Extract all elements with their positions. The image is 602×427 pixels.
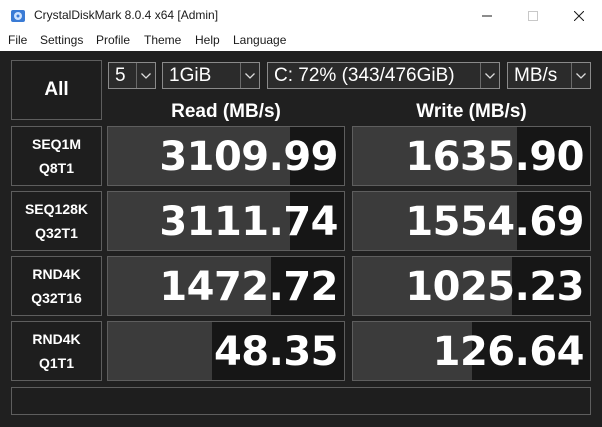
window-title: CrystalDiskMark 8.0.4 x64 [Admin] <box>34 8 219 22</box>
write-result-cell: 1025.23 <box>352 256 591 316</box>
drive-select[interactable]: C: 72% (343/476GiB) <box>267 62 500 89</box>
unit-value: MB/s <box>514 65 558 86</box>
menu-bar: File Settings Profile Theme Help Languag… <box>0 31 602 51</box>
read-column-header: Read (MB/s) <box>171 101 281 122</box>
read-result-cell: 48.35 <box>107 321 345 381</box>
read-result-bar <box>108 322 212 380</box>
write-result-value: 1635.90 <box>405 134 584 180</box>
chevron-down-icon <box>136 63 155 88</box>
test-label-line2: Q32T16 <box>31 290 82 306</box>
menu-help[interactable]: Help <box>195 33 220 47</box>
test-label-line2: Q8T1 <box>38 160 74 176</box>
minimize-button[interactable] <box>464 0 510 31</box>
write-result-cell: 126.64 <box>352 321 591 381</box>
chevron-down-icon <box>240 63 259 88</box>
comment-field[interactable] <box>11 387 591 415</box>
run-all-button[interactable]: All <box>11 60 102 120</box>
menu-settings[interactable]: Settings <box>40 33 83 47</box>
maximize-button[interactable] <box>510 0 556 31</box>
title-bar: CrystalDiskMark 8.0.4 x64 [Admin] <box>0 0 602 31</box>
test-size-select[interactable]: 1GiB <box>162 62 260 89</box>
unit-select[interactable]: MB/s <box>507 62 591 89</box>
read-result-value: 3111.74 <box>159 199 338 245</box>
write-result-cell: 1635.90 <box>352 126 591 186</box>
test-label-line2: Q1T1 <box>38 355 74 371</box>
maximize-icon <box>528 10 538 21</box>
write-result-cell: 1554.69 <box>352 191 591 251</box>
test-label-line2: Q32T1 <box>35 225 78 241</box>
test-label-line1: RND4K <box>32 331 81 347</box>
write-column-header: Write (MB/s) <box>416 101 527 122</box>
chevron-down-icon <box>571 63 590 88</box>
chevron-down-icon <box>480 63 499 88</box>
test-label-line1: RND4K <box>32 266 81 282</box>
test-rnd4k-q1t1-button[interactable]: RND4K Q1T1 <box>11 321 102 381</box>
test-rnd4k-q32t16-button[interactable]: RND4K Q32T16 <box>11 256 102 316</box>
read-result-value: 1472.72 <box>159 264 338 310</box>
write-result-value: 126.64 <box>432 329 585 375</box>
test-seq1m-q8t1-button[interactable]: SEQ1M Q8T1 <box>11 126 102 186</box>
drive-value: C: 72% (343/476GiB) <box>274 65 455 86</box>
menu-file[interactable]: File <box>8 33 27 47</box>
test-seq128k-q32t1-button[interactable]: SEQ128K Q32T1 <box>11 191 102 251</box>
menu-language[interactable]: Language <box>233 33 286 47</box>
test-count-select[interactable]: 5 <box>108 62 156 89</box>
write-result-value: 1554.69 <box>405 199 584 245</box>
test-label-line1: SEQ128K <box>24 201 89 217</box>
close-icon <box>574 10 584 21</box>
read-result-cell: 1472.72 <box>107 256 345 316</box>
minimize-icon <box>482 15 492 16</box>
test-count-value: 5 <box>115 65 126 86</box>
read-result-value: 3109.99 <box>159 134 338 180</box>
read-result-cell: 3109.99 <box>107 126 345 186</box>
menu-profile[interactable]: Profile <box>96 33 130 47</box>
read-result-value: 48.35 <box>213 329 339 375</box>
read-result-cell: 3111.74 <box>107 191 345 251</box>
crystaldiskmark-app-icon <box>11 10 25 22</box>
write-result-value: 1025.23 <box>405 264 584 310</box>
menu-theme[interactable]: Theme <box>144 33 181 47</box>
test-label-line1: SEQ1M <box>31 136 81 152</box>
close-button[interactable] <box>556 0 602 31</box>
test-size-value: 1GiB <box>169 65 212 86</box>
